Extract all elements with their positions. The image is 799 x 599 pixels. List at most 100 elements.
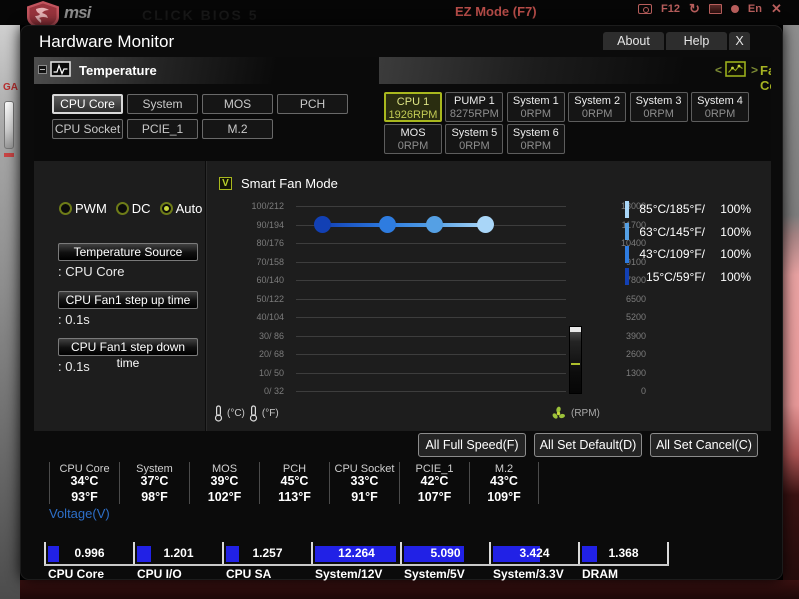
temp-axis-ticks: 100/21290/19480/17670/15860/14050/12240/… <box>202 202 290 402</box>
fan-level-slider[interactable] <box>569 326 582 394</box>
x-axis-units: (°C) (°F) <box>214 405 279 422</box>
temp-sensor-button[interactable]: PCIE_1 <box>127 119 198 139</box>
smart-fan-checkbox[interactable]: V <box>219 177 232 190</box>
field-header-button[interactable]: Temperature Source <box>58 243 198 261</box>
temp-axis-tick-label: 90/194 <box>256 220 284 230</box>
language-label[interactable]: En <box>748 3 762 15</box>
temp-fahrenheit-value: 93°F <box>50 491 119 504</box>
fan-button-label: System 2 <box>569 94 625 108</box>
fan-point-reading: 85°C/185°F/100% <box>625 200 751 218</box>
fan-button-rpm: 0RPM <box>631 108 687 121</box>
temp-celsius-value: 33°C <box>330 475 399 488</box>
temp-sensor-button[interactable]: MOS <box>202 94 273 114</box>
rpm-axis-tick-label: 3900 <box>626 331 646 341</box>
reading-percent: 100% <box>705 247 751 261</box>
temp-axis-tick-label: 50/122 <box>256 294 284 304</box>
ez-mode-button[interactable]: EZ Mode (F7) <box>455 4 537 19</box>
voltage-value: 12.264 <box>313 546 400 560</box>
fan-button-rpm: 1926RPM <box>386 109 440 122</box>
voltage-gauge: 1.201 <box>133 542 222 564</box>
fan-curve-point[interactable] <box>379 216 396 233</box>
rpm-axis-tick-label: 0 <box>641 386 646 396</box>
fan-button[interactable]: System 20RPM <box>568 92 626 122</box>
hardware-monitor-dialog: Hardware Monitor About Help X Temperatur… <box>20 25 783 580</box>
field-header-button[interactable]: CPU Fan1 step up time <box>58 291 198 309</box>
gridline <box>296 317 566 318</box>
temp-sensor-button[interactable]: CPU Core <box>52 94 123 114</box>
tab-help[interactable]: Help <box>666 32 727 50</box>
fan-button[interactable]: System 60RPM <box>507 124 565 154</box>
action-button[interactable]: All Set Default(D) <box>534 433 642 457</box>
fan-button-rpm: 8275RPM <box>446 108 502 121</box>
fan-curve-point[interactable] <box>477 216 494 233</box>
monitor-icon[interactable] <box>709 4 722 14</box>
fan-mode-option[interactable]: Auto <box>160 201 203 216</box>
temp-axis-tick-label: 10/ 50 <box>259 368 284 378</box>
rpm-axis-tick-label: 1300 <box>626 368 646 378</box>
temp-fahrenheit-value: 98°F <box>120 491 189 504</box>
action-button[interactable]: All Full Speed(F) <box>418 433 526 457</box>
temp-sensor-button[interactable]: System <box>127 94 198 114</box>
voltage-rail-label: CPU SA <box>222 567 311 581</box>
voltage-value: 1.257 <box>224 546 311 560</box>
temperature-chart-icon <box>50 61 71 83</box>
next-section-arrow[interactable]: > <box>751 63 758 77</box>
background-top-bar: msi CLICK BIOS 5 EZ Mode (F7) F12 ↻ En ✕ <box>0 0 799 25</box>
temp-sensor-button[interactable]: PCH <box>277 94 348 114</box>
gridline <box>296 299 566 300</box>
action-buttons-row: All Full Speed(F) All Set Default(D) All S… <box>418 433 758 457</box>
fan-section-header: < > Fan Control <box>379 57 771 84</box>
temp-sensor-button[interactable]: M.2 <box>202 119 273 139</box>
bios-title-text: CLICK BIOS 5 <box>142 7 259 23</box>
screenshot-key-label: F12 <box>661 3 680 15</box>
reading-temp-text: 43°C/109°F/ <box>629 247 705 261</box>
gridline <box>296 243 566 244</box>
close-bios-icon[interactable]: ✕ <box>771 4 782 14</box>
temp-fahrenheit-value: 102°F <box>190 491 259 504</box>
fan-mode-radio-group: PWM DC Auto <box>59 201 206 216</box>
slider-current-mark <box>571 363 580 365</box>
fan-mode-option[interactable]: PWM <box>59 201 107 216</box>
fan-button[interactable]: System 50RPM <box>445 124 503 154</box>
voltage-value: 0.996 <box>46 546 133 560</box>
screenshot-camera-icon[interactable] <box>638 4 652 14</box>
voltage-value: 3.424 <box>491 546 578 560</box>
reading-temp-text: 85°C/185°F/ <box>629 202 705 216</box>
field-header-button[interactable]: CPU Fan1 step down time <box>58 338 198 356</box>
collapse-icon[interactable] <box>38 65 47 74</box>
temperature-section-header: Temperature <box>34 57 369 84</box>
action-button[interactable]: All Set Cancel(C) <box>650 433 758 457</box>
fan-button[interactable]: MOS0RPM <box>384 124 442 154</box>
background-screen-bottom-edge <box>20 580 799 599</box>
field-value: : 0.1s <box>58 312 90 327</box>
fan-button[interactable]: System 30RPM <box>630 92 688 122</box>
field-value: : 0.1s <box>58 359 90 374</box>
fan-point-reading: 43°C/109°F/100% <box>625 245 751 263</box>
voltage-rail-label: System/12V <box>311 567 400 581</box>
close-dialog-button[interactable]: X <box>729 32 750 50</box>
fan-button[interactable]: CPU 11926RPM <box>384 92 442 122</box>
refresh-icon[interactable]: ↻ <box>689 4 700 14</box>
thermometer-icon <box>249 405 258 422</box>
temp-fahrenheit-value: 109°F <box>470 491 538 504</box>
temp-sensor-button[interactable]: CPU Socket <box>52 119 123 139</box>
temp-axis-tick-label: 30/ 86 <box>259 331 284 341</box>
prev-section-arrow[interactable]: < <box>715 63 722 77</box>
temp-axis-tick-label: 40/104 <box>256 312 284 322</box>
temp-fahrenheit-value: 107°F <box>400 491 469 504</box>
rpm-axis-tick-label: 6500 <box>626 294 646 304</box>
radio-icon <box>59 202 72 215</box>
celsius-unit-label: (°C) <box>227 408 245 419</box>
tab-about[interactable]: About <box>603 32 664 50</box>
fan-curve-point[interactable] <box>426 216 443 233</box>
fan-button[interactable]: System 40RPM <box>691 92 749 122</box>
voltage-value: 5.090 <box>402 546 489 560</box>
fan-mode-option[interactable]: DC <box>116 201 151 216</box>
fan-button[interactable]: PUMP 18275RPM <box>445 92 503 122</box>
reading-percent: 100% <box>705 202 751 216</box>
temp-fahrenheit-value: 113°F <box>260 491 329 504</box>
fan-curve-point[interactable] <box>314 216 331 233</box>
user-icon[interactable] <box>731 5 739 13</box>
fan-point-reading: 63°C/145°F/100% <box>625 223 751 241</box>
fan-button[interactable]: System 10RPM <box>507 92 565 122</box>
